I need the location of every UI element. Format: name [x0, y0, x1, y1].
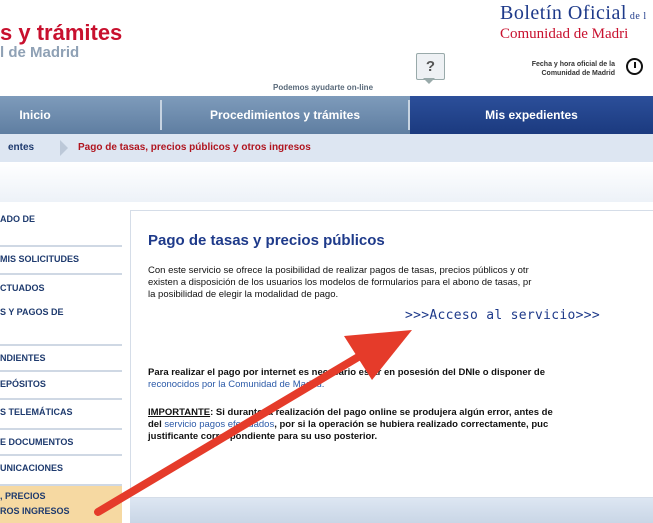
breadcrumb-separator	[60, 140, 68, 156]
content-panel	[130, 210, 653, 498]
content-footer-band	[130, 498, 653, 523]
nav-tab-procedimientos[interactable]: Procedimientos y trámites	[162, 96, 408, 134]
help-bubble-tail	[423, 78, 435, 84]
subheader-band	[0, 162, 653, 202]
sidebar-item-active[interactable]: , PRECIOS	[0, 487, 122, 501]
requirements-text: Para realizar el pago por internet es ne…	[148, 367, 546, 378]
sidebar-item[interactable]: E DOCUMENTOS	[0, 430, 122, 456]
help-online-link[interactable]: Podemos ayudarte on-line	[273, 83, 373, 92]
sidebar-item-mis-solicitudes[interactable]: MIS SOLICITUDES	[0, 247, 122, 275]
official-datetime-label: Fecha y hora oficial de la Comunidad de …	[531, 61, 615, 77]
sidebar-item[interactable]: CTUADOS	[0, 276, 122, 300]
sidebar-item[interactable]: NDIENTES	[0, 346, 122, 372]
help-question-icon[interactable]: ?	[416, 53, 445, 80]
access-service-link[interactable]: >>>Acceso al servicio>>>	[405, 308, 600, 323]
boletin-oficial-title[interactable]: Boletín Oficial de l	[500, 2, 647, 25]
intro-text-line: la posibilidad de elegir la modalidad de…	[148, 289, 339, 300]
sidebar-item[interactable]: S TELEMÁTICAS	[0, 400, 122, 430]
brand-title: s y trámites	[0, 20, 123, 45]
important-note-line: justificante correspondiente para su uso…	[148, 431, 378, 442]
important-note: IMPORTANTE: Si durante la realización de…	[148, 407, 553, 418]
breadcrumb-item[interactable]: entes	[8, 134, 34, 162]
page-title: Pago de tasas y precios públicos	[148, 232, 385, 249]
comunidad-madrid-subtitle: Comunidad de Madri	[500, 26, 629, 42]
intro-text-line: existen a disposición de los usuarios lo…	[148, 277, 532, 288]
nav-tab-mis-expedientes[interactable]: Mis expedientes	[410, 96, 653, 134]
important-note-line: del servicio pagos efectuados, por si la…	[148, 419, 549, 430]
breadcrumb-current: Pago de tasas, precios públicos y otros …	[78, 142, 311, 153]
sidebar-item-active[interactable]: ROS INGRESOS	[0, 501, 122, 519]
clock-icon[interactable]	[626, 58, 643, 75]
brand-subtitle: l de Madrid	[0, 44, 80, 61]
sidebar-item[interactable]: UNICACIONES	[0, 456, 122, 486]
recognized-certificates-link[interactable]: reconocidos por la Comunidad de Madrid.	[148, 379, 324, 391]
sidebar-item[interactable]: ADO DE	[0, 207, 122, 247]
servicio-pagos-link[interactable]: servicio pagos efectuados	[164, 419, 274, 430]
nav-tab-inicio[interactable]: Inicio	[0, 96, 70, 134]
sidebar-item[interactable]: S Y PAGOS DE	[0, 300, 122, 346]
intro-text-line: Con este servicio se ofrece la posibilid…	[148, 265, 529, 276]
sidebar-item[interactable]: EPÓSITOS	[0, 372, 122, 400]
